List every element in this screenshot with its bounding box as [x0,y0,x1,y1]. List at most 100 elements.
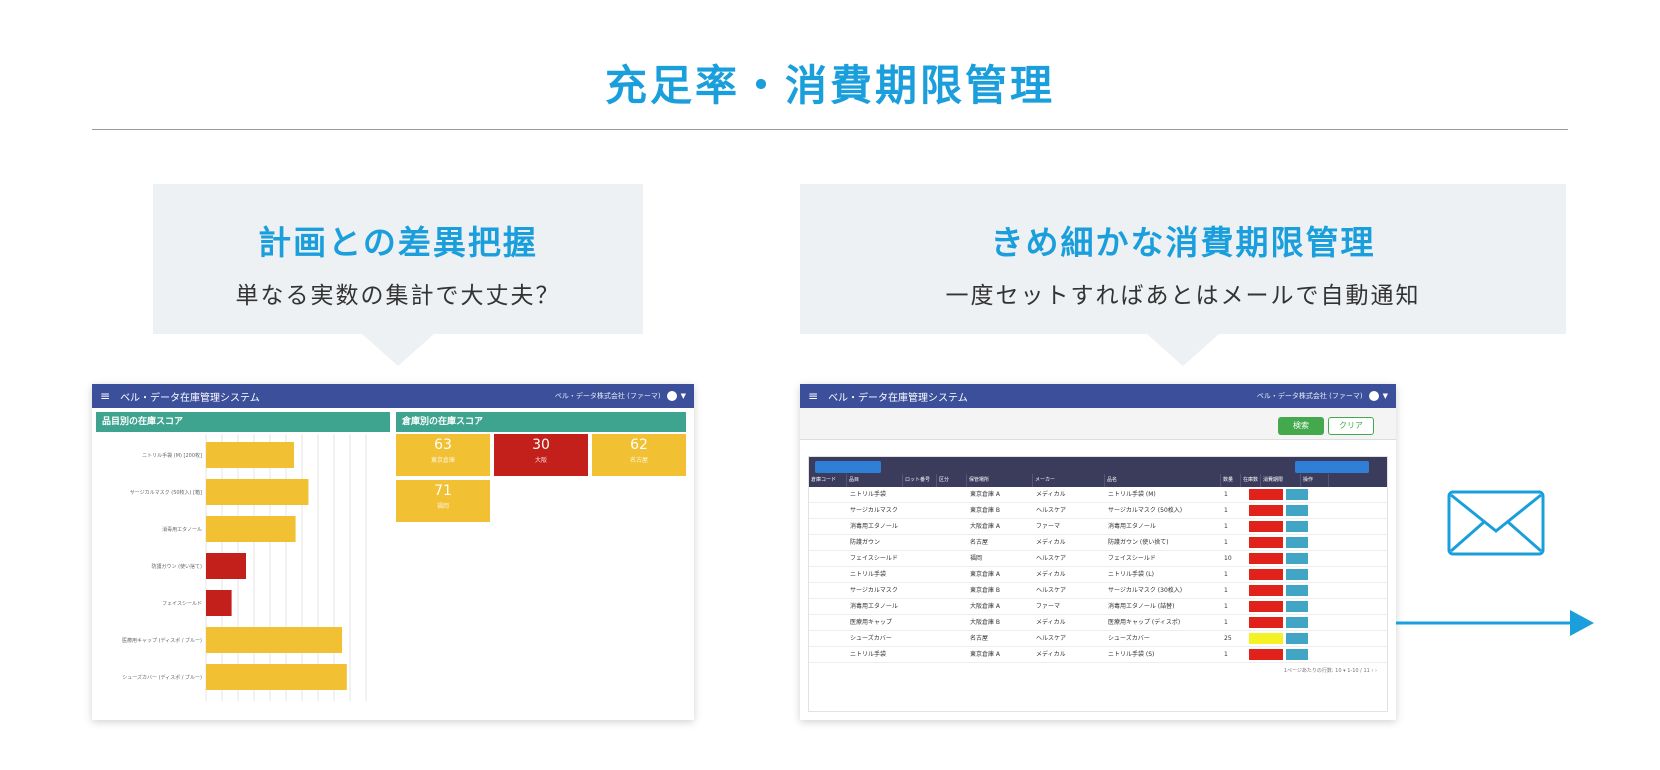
row-action-button[interactable] [1286,489,1308,500]
table-cell: 防護ガウン [850,538,881,546]
table-cell: サージカルマスク [850,506,898,514]
column-header[interactable]: 倉庫コード [809,474,847,487]
hamburger-menu-icon[interactable]: ≡ [100,389,110,403]
column-header[interactable]: 操作 [1301,474,1329,487]
account-icon[interactable] [1368,391,1379,401]
table-cell: ファーマ [1036,522,1061,530]
mail-icon [1447,490,1545,556]
callout-plan-variance: 計画との差異把握 単なる実数の集計で大丈夫？ [153,184,643,366]
item-score-panel-title: 品目別の在庫スコア [96,412,390,432]
warehouse-score-tile[interactable]: 62 名古屋 [592,434,686,476]
table-cell: 1 [1224,586,1228,594]
table-row[interactable]: フェイスシールド 福岡 ヘルスケア フェイスシールド 10 [809,551,1387,567]
column-header[interactable]: 在庫数 [1241,474,1261,487]
score-bar[interactable] [206,590,232,616]
tile-score: 63 [434,437,452,453]
row-action-button[interactable] [1286,633,1308,644]
chevron-down-icon[interactable]: ▼ [681,392,686,400]
chevron-down-icon[interactable]: ▼ [1383,392,1388,400]
row-action-button[interactable] [1286,553,1308,564]
warehouse-score-tile[interactable]: 63 東京倉庫 [396,434,490,476]
bar-label: 医療用キャップ (ディスポ / ブルー) [122,637,202,644]
row-action-button[interactable] [1286,617,1308,628]
table-row[interactable]: ニトリル手袋 東京倉庫 A メディカル ニトリル手袋 (L) 1 [809,567,1387,583]
table-cell: 消毒用エタノール [850,522,898,530]
table-cell: 医療用キャップ [850,618,893,626]
table-row[interactable]: 医療用キャップ 大阪倉庫 B メディカル 医療用キャップ (ディスポ) 1 [809,615,1387,631]
search-button[interactable]: 検索 [1278,417,1324,435]
account-icon[interactable] [666,391,677,401]
table-cell: ニトリル手袋 [850,490,887,498]
tile-score: 71 [434,483,452,499]
page-title: 充足率・消費期限管理 [604,61,1055,110]
table-cell: 東京倉庫 B [970,506,1001,514]
callout-subtitle: 単なる実数の集計で大丈夫？ [235,283,561,309]
column-header[interactable]: 数量 [1221,474,1241,487]
row-action-button[interactable] [1286,649,1308,660]
title-divider [92,129,1568,130]
table-pagination[interactable]: 1ページあたりの行数: 10 ▾ 1-10 / 11 ‹ › [809,663,1387,674]
app-title: ベル・データ在庫管理システム [828,392,968,404]
column-header[interactable]: 消費期限 [1261,474,1301,487]
column-header[interactable]: 品目 [847,474,903,487]
expiry-date-badge [1249,601,1283,612]
score-bar[interactable] [206,553,246,579]
column-header[interactable]: 保管場所 [967,474,1033,487]
column-header[interactable]: メーカー [1033,474,1105,487]
warehouse-score-tile[interactable]: 30 大阪 [494,434,588,476]
dashboard-screenshot: ≡ ベル・データ在庫管理システム ベル・データ株式会社 (ファーマ) ▼ 品目別… [92,384,694,720]
score-bar[interactable] [206,664,347,690]
table-cell: メディカル [1036,618,1066,626]
table-cell: 25 [1224,634,1232,642]
warehouse-score-tile[interactable]: 71 福岡 [396,480,490,522]
table-cell: ヘルスケア [1036,506,1067,514]
table-cell: サージカルマスク (50枚入) [1108,506,1183,514]
table-cell: ニトリル手袋 (L) [1108,570,1154,578]
callout-title: 計画との差異把握 [258,223,538,262]
row-action-button[interactable] [1286,521,1308,532]
table-cell: ヘルスケア [1036,554,1067,562]
table-cell: フェイスシールド [1108,554,1156,562]
table-column-headers: 倉庫コード 品目 ロット番号 区分 保管場所 メーカー 品名 数量 在庫数 消費期限 操作 [809,474,1387,487]
table-row[interactable]: ニトリル手袋 東京倉庫 A メディカル ニトリル手袋 (M) 1 [809,487,1387,503]
callout-title: きめ細かな消費期限管理 [990,223,1376,262]
expiry-date-badge [1249,521,1283,532]
row-action-button[interactable] [1286,585,1308,596]
row-action-button[interactable] [1286,505,1308,516]
table-row[interactable]: サージカルマスク 東京倉庫 B ヘルスケア サージカルマスク (50枚入) 1 [809,503,1387,519]
app-bar: ≡ ベル・データ在庫管理システム ベル・データ株式会社 (ファーマ) ▼ [800,384,1396,408]
row-action-button[interactable] [1286,569,1308,580]
score-bar[interactable] [206,442,294,468]
table-cell: 1 [1224,618,1228,626]
table-cell: 東京倉庫 B [970,586,1001,594]
table-cell: 1 [1224,506,1228,514]
score-bar[interactable] [206,479,309,505]
table-cell: サージカルマスク [850,586,898,594]
column-settings-button[interactable] [815,461,881,473]
row-action-button[interactable] [1286,537,1308,548]
table-row[interactable]: シューズカバー 名古屋 ヘルスケア シューズカバー 25 [809,631,1387,647]
column-header[interactable]: 区分 [937,474,967,487]
table-row[interactable]: サージカルマスク 東京倉庫 B ヘルスケア サージカルマスク (30枚入) 1 [809,583,1387,599]
row-action-button[interactable] [1286,601,1308,612]
table-cell: 1 [1224,490,1228,498]
column-header[interactable]: ロット番号 [903,474,937,487]
table-cell: ヘルスケア [1036,586,1067,594]
table-cell: 消毒用エタノール (詰替) [1108,602,1175,610]
table-row[interactable]: 防護ガウン 名古屋 メディカル 防護ガウン (使い捨て) 1 [809,535,1387,551]
table-row[interactable]: 消毒用エタノール 大阪倉庫 A ファーマ 消毒用エタノール (詰替) 1 [809,599,1387,615]
clear-button[interactable]: クリア [1328,417,1374,435]
table-cell: 福岡 [970,554,983,562]
filter-dropdown[interactable] [1295,461,1369,473]
table-body: ニトリル手袋 東京倉庫 A メディカル ニトリル手袋 (M) 1 サージカルマスク 東京倉庫… [809,487,1387,663]
hamburger-menu-icon[interactable]: ≡ [808,389,818,403]
item-score-bar-chart: ニトリル手袋 (M) [200枚] サージカルマスク (50枚入) [箱] 消毒用エ… [122,434,367,701]
table-cell: メディカル [1036,570,1066,578]
score-bar[interactable] [206,627,342,653]
score-bar[interactable] [206,516,296,542]
table-cell: ニトリル手袋 [850,650,887,658]
column-header[interactable]: 品名 [1105,474,1221,487]
table-row[interactable]: ニトリル手袋 東京倉庫 A メディカル ニトリル手袋 (S) 1 [809,647,1387,663]
table-cell: 大阪倉庫 B [970,618,1001,626]
table-row[interactable]: 消毒用エタノール 大阪倉庫 A ファーマ 消毒用エタノール 1 [809,519,1387,535]
